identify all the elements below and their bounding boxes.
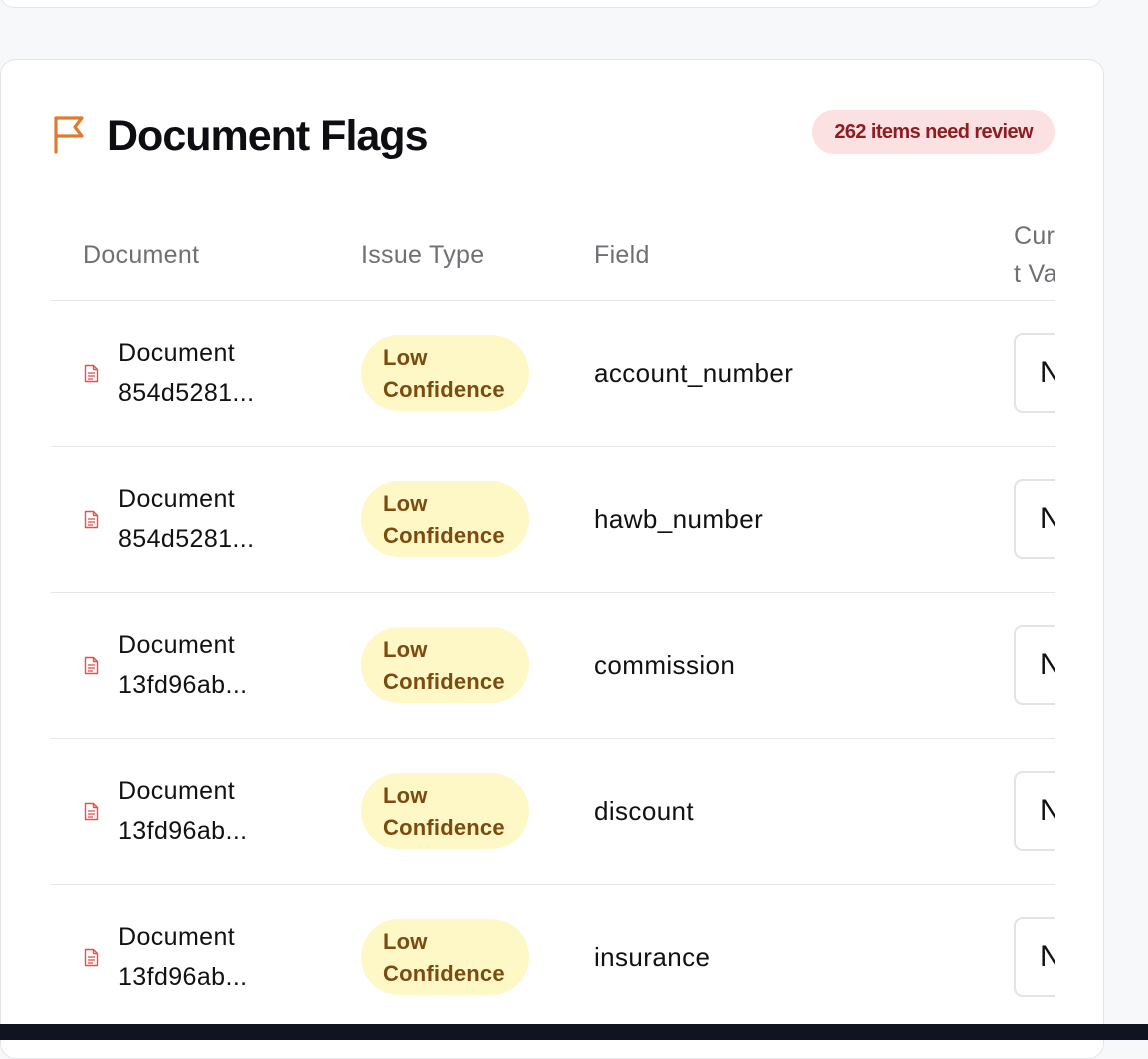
current-value-input[interactable]: N — [1014, 917, 1055, 997]
field-name: insurance — [594, 942, 711, 972]
table-row: Document 854d5281... Low Confidence acco… — [51, 301, 1055, 447]
bottom-bar — [0, 1024, 1148, 1040]
previous-card — [0, 0, 1102, 8]
page-title: Document Flags — [107, 112, 428, 160]
document-icon — [84, 364, 99, 383]
document-icon — [84, 656, 99, 675]
issue-type-badge: Low Confidence — [361, 335, 529, 411]
table-row: Document 13fd96ab... Low Confidence disc… — [51, 739, 1055, 885]
document-icon — [84, 948, 99, 967]
flag-icon — [54, 116, 84, 154]
issue-type-badge: Low Confidence — [361, 773, 529, 849]
flags-table: Document Issue Type Field Current Value … — [51, 210, 1055, 1058]
current-value-input[interactable]: N — [1014, 479, 1055, 559]
document-name[interactable]: Document 13fd96ab... — [118, 771, 298, 851]
column-header-field[interactable]: Field — [594, 210, 650, 300]
current-value-input[interactable]: N — [1014, 625, 1055, 705]
document-name[interactable]: Document 13fd96ab... — [118, 917, 298, 997]
field-name: discount — [594, 796, 695, 826]
review-count-badge: 262 items need review — [812, 110, 1055, 154]
issue-type-badge: Low Confidence — [361, 627, 529, 703]
document-icon — [84, 510, 99, 529]
document-name[interactable]: Document 854d5281... — [118, 479, 298, 559]
column-header-issue-type[interactable]: Issue Type — [361, 210, 484, 300]
column-header-current-value[interactable]: Current Value — [1014, 210, 1055, 300]
field-name: account_number — [594, 358, 794, 388]
table-header: Document Issue Type Field Current Value — [51, 210, 1055, 301]
document-name[interactable]: Document 13fd96ab... — [118, 625, 298, 705]
document-name[interactable]: Document 854d5281... — [118, 333, 298, 413]
table-body: Document 854d5281... Low Confidence acco… — [51, 301, 1055, 1031]
current-value-input[interactable]: N — [1014, 771, 1055, 851]
table-row: Document 854d5281... Low Confidence hawb… — [51, 447, 1055, 593]
field-name: commission — [594, 650, 736, 680]
issue-type-badge: Low Confidence — [361, 481, 529, 557]
column-header-document[interactable]: Document — [83, 210, 199, 300]
current-value-input[interactable]: N — [1014, 333, 1055, 413]
issue-type-badge: Low Confidence — [361, 919, 529, 995]
table-row: Document 13fd96ab... Low Confidence comm… — [51, 593, 1055, 739]
table-row: Document 13fd96ab... Low Confidence insu… — [51, 885, 1055, 1031]
field-name: hawb_number — [594, 504, 764, 534]
document-icon — [84, 802, 99, 821]
card-header: Document Flags 262 items need review — [51, 108, 1055, 164]
document-flags-card: Document Flags 262 items need review Doc… — [0, 59, 1104, 1059]
